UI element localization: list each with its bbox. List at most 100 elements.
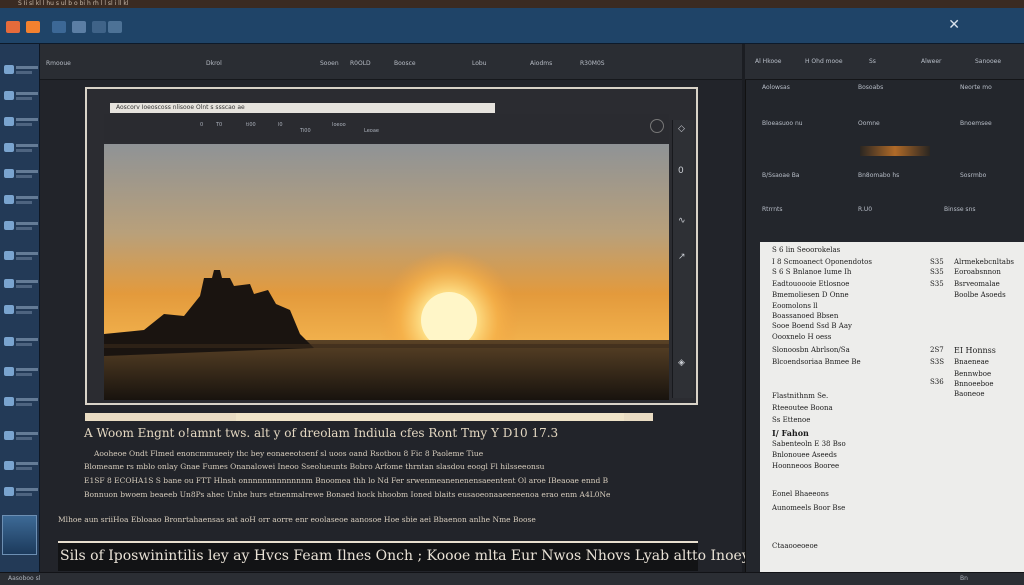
thumbnail-preview[interactable]	[2, 515, 37, 555]
toolbar-label[interactable]: Rmooue	[46, 60, 71, 67]
doc-line: Eoomolons ll	[772, 302, 818, 310]
left-sidebar	[0, 44, 40, 572]
tool-button[interactable]: ti00	[246, 122, 256, 128]
tool-button[interactable]: Leoae	[364, 128, 379, 134]
sidebar-item[interactable]	[2, 394, 38, 412]
doc-line: Hoonneoos Booree	[772, 462, 840, 470]
panel-tab[interactable]: Alweer	[921, 58, 942, 65]
tool-button[interactable]: l0	[278, 122, 283, 128]
layer-icon	[4, 305, 14, 314]
sidebar-item[interactable]	[2, 364, 38, 382]
sidebar-item[interactable]	[2, 62, 38, 80]
toolbar-label[interactable]: Aiodms	[530, 60, 552, 67]
doc-value: S35	[930, 280, 944, 288]
panel-tab[interactable]: Sanooee	[975, 58, 1001, 65]
doc-line: Sabenteoln E 38 Bso	[772, 440, 846, 448]
panel-row[interactable]: Bnoemsee	[960, 120, 992, 127]
doc-line-right: Baoneoe	[954, 390, 985, 398]
layer-icon	[4, 461, 14, 470]
sidebar-item[interactable]	[2, 192, 38, 210]
panel-row[interactable]: Bloeasuoo nu	[762, 120, 803, 127]
panel-row[interactable]: Bosoabs	[858, 84, 883, 91]
right-panel-tabs: Al Hkooe H Ohd mooe Ss Alweer Sanooee	[745, 44, 1024, 80]
status-bar: Aasoboo sl Bn	[0, 572, 1024, 585]
edit-icon[interactable]	[92, 21, 106, 33]
sidebar-item[interactable]	[2, 334, 38, 352]
doc-line: Rteeoutee Boona	[772, 404, 833, 412]
toolbar-label[interactable]: R0OLD	[350, 60, 371, 67]
window-title: S Ii sl kl l hu s ul b o bi h rh l l sl …	[18, 0, 129, 7]
doc-line: S 6 lin Seoorokelas	[772, 246, 841, 254]
doc-line: S 6 S Bnlanoe Iume Ih	[772, 268, 852, 276]
doc-line: Flastnithnm Se.	[772, 392, 829, 400]
undo-icon[interactable]	[108, 21, 122, 33]
sidebar-item[interactable]	[2, 458, 38, 476]
doc-value: S3S	[930, 358, 945, 366]
toolbar-label[interactable]: Boosce	[394, 60, 416, 67]
tool-button[interactable]: T0	[216, 122, 222, 128]
control-item[interactable]: ↗	[678, 252, 686, 262]
layer-icon	[4, 337, 14, 346]
document-heading: A Woom Engnt o!amnt tws. alt y of dreola…	[84, 426, 559, 440]
toolbar-label[interactable]: R30M0S	[580, 60, 605, 67]
panel-row[interactable]: B/Ssaoae Ba	[762, 172, 800, 179]
toolbar-label[interactable]: Sooen	[320, 60, 339, 67]
panel-row[interactable]: Sosrmbo	[960, 172, 986, 179]
save-icon[interactable]	[72, 21, 86, 33]
panel-row[interactable]: Rtrrnts	[762, 206, 783, 213]
tool-button[interactable]: Ioeoo	[332, 122, 346, 128]
panel-row[interactable]: Binsse sns	[944, 206, 976, 213]
circle-icon[interactable]	[650, 119, 664, 133]
document-line: Aooheoe Ondt Flmed enoncmmueeiy thc bey …	[94, 449, 484, 458]
panel-row[interactable]: Oomne	[858, 120, 880, 127]
doc-line: Blcoendsoriaa Bnmee Be	[772, 358, 861, 366]
folder-icon[interactable]	[52, 21, 66, 33]
sidebar-item[interactable]	[2, 140, 38, 158]
panel-row[interactable]: Aolowsas	[762, 84, 790, 91]
panel-tab[interactable]: H Ohd mooe	[805, 58, 843, 65]
status-text: Aasoboo sl	[8, 575, 41, 582]
main-toolbar: ✕	[0, 8, 1024, 44]
close-icon[interactable]: ✕	[948, 17, 960, 33]
layer-icon	[4, 397, 14, 406]
sidebar-item[interactable]	[2, 88, 38, 106]
sidebar-item[interactable]	[2, 248, 38, 266]
document-line: Mlhoe aun sriiHoa Ebloaao Bronrtahaensas…	[58, 515, 536, 524]
panel-row[interactable]: Bn8omabo hs	[858, 172, 899, 179]
doc-line: Boassanoed Bbsen	[772, 312, 839, 320]
file-icon[interactable]	[26, 21, 40, 33]
doc-value: 2S7	[930, 346, 944, 354]
toolbar-label[interactable]: Dkrol	[206, 60, 222, 67]
side-controls: ◇ 0 ∿ ↗ ◈	[672, 120, 694, 398]
sidebar-item[interactable]	[2, 218, 38, 236]
app-icon[interactable]	[6, 21, 20, 33]
layer-icon	[4, 487, 14, 496]
doc-line: Bnlonouee Aseeds	[772, 451, 837, 459]
active-row-highlight	[860, 146, 930, 156]
doc-line-right: Alrmekebcnltabs	[954, 258, 1015, 266]
bottom-caption: Sils of Iposwinintilis ley ay Hvcs Feam …	[60, 548, 750, 564]
panel-row[interactable]: Neorte mo	[960, 84, 992, 91]
sidebar-item[interactable]	[2, 302, 38, 320]
sidebar-item[interactable]	[2, 276, 38, 294]
panel-tab[interactable]: Al Hkooe	[755, 58, 781, 65]
status-text: Bn	[960, 575, 968, 582]
layer-icon	[4, 117, 14, 126]
panel-tab[interactable]: Ss	[869, 58, 876, 65]
control-item[interactable]: 0	[678, 166, 684, 176]
tool-button[interactable]: Ti00	[300, 128, 311, 134]
layer-icon	[4, 169, 14, 178]
tool-button[interactable]: 0	[200, 122, 203, 128]
layer-icon	[4, 279, 14, 288]
control-item[interactable]: ∿	[678, 216, 686, 226]
sidebar-item[interactable]	[2, 114, 38, 132]
sidebar-item[interactable]	[2, 428, 38, 446]
center-toolbar: Rmooue Dkrol Sooen R0OLD Boosce Lobu Aio…	[40, 44, 742, 80]
sidebar-item[interactable]	[2, 166, 38, 184]
control-item[interactable]: ◈	[678, 358, 685, 368]
panel-row[interactable]: R.U0	[858, 206, 872, 213]
control-item[interactable]: ◇	[678, 124, 685, 134]
sidebar-item[interactable]	[2, 484, 38, 502]
toolbar-label[interactable]: Lobu	[472, 60, 487, 67]
doc-line-right: Bsrveomalae	[954, 280, 1000, 288]
